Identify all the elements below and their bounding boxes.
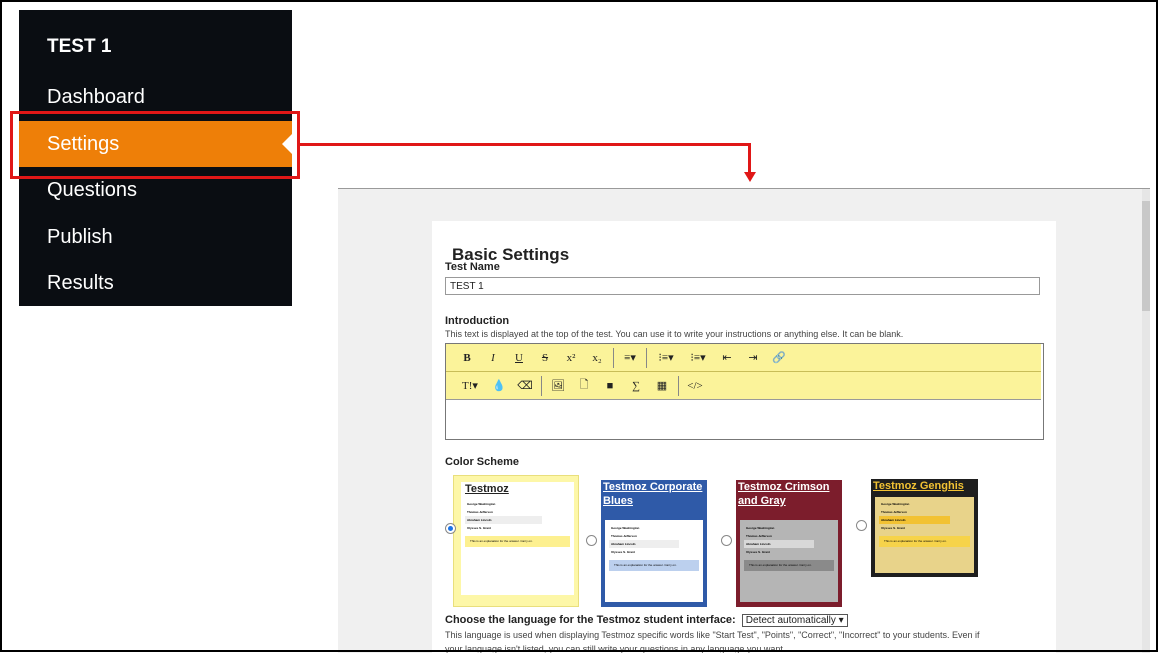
- scheme-title: Testmoz Genghis: [873, 480, 964, 492]
- language-hint: This language is used when displaying Te…: [445, 630, 980, 640]
- preview-name: Ulysses S. Grant: [746, 550, 770, 554]
- callout-arrow-drop: [748, 143, 751, 174]
- ordered-list-dropdown[interactable]: ⁝≡▾: [650, 351, 682, 364]
- align-dropdown[interactable]: ≡▾: [617, 351, 643, 364]
- preview-name: Abraham Lincoln: [609, 540, 679, 548]
- text-color-icon[interactable]: 💧: [486, 379, 512, 392]
- scheme-radio[interactable]: [721, 535, 732, 546]
- preview-name: Thomas Jefferson: [881, 510, 907, 514]
- outdent-button[interactable]: ⇤: [714, 351, 740, 364]
- language-label: Choose the language for the Testmoz stud…: [445, 614, 736, 626]
- scheme-preview: Testmoz Genghis George Washington Thomas…: [871, 479, 978, 577]
- preview-name: Ulysses S. Grant: [881, 526, 905, 530]
- preview-explanation: This is an explanation for the answer. C…: [609, 560, 699, 571]
- unordered-list-dropdown[interactable]: ⁝≡▾: [682, 351, 714, 364]
- underline-button[interactable]: U: [506, 352, 532, 364]
- toolbar-separator: [541, 375, 542, 396]
- language-select[interactable]: Detect automatically ▾: [741, 614, 848, 627]
- callout-arrow-line: [300, 143, 750, 146]
- sidebar-item-publish[interactable]: Publish: [19, 214, 292, 260]
- toolbar-separator: [646, 347, 647, 368]
- editor-toolbar-row-2: T!▾ 💧 ⌫ 🖼 🗋 ■ ∑ ▦ </>: [446, 372, 1041, 400]
- introduction-hint: This text is displayed at the top of the…: [445, 329, 904, 339]
- scheme-title: Testmoz: [465, 483, 509, 495]
- subscript-button[interactable]: x₂: [584, 352, 610, 364]
- preview-name: George Washington: [881, 502, 910, 506]
- scheme-preview: Testmoz Corporate Blues George Washingto…: [601, 480, 707, 607]
- scrollbar-thumb[interactable]: [1142, 201, 1150, 311]
- scheme-crimson-gray[interactable]: Testmoz Crimson and Gray George Washingt…: [721, 475, 849, 607]
- toolbar-separator: [678, 375, 679, 396]
- text-style-dropdown[interactable]: T!▾: [454, 379, 486, 392]
- editor-toolbar-row-1: B I U S x² x₂ ≡▾ ⁝≡▾ ⁝≡▾ ⇤ ⇥ 🔗: [446, 344, 1041, 372]
- preview-explanation: This is an explanation for the answer. C…: [465, 536, 570, 547]
- scheme-corporate-blues[interactable]: Testmoz Corporate Blues George Washingto…: [586, 475, 714, 607]
- scheme-radio[interactable]: [856, 520, 867, 531]
- formula-icon[interactable]: ∑: [623, 380, 649, 392]
- test-name-label: Test Name: [445, 261, 500, 273]
- preview-explanation: This is an explanation for the answer. C…: [879, 536, 970, 547]
- scheme-title: Testmoz Crimson and Gray: [738, 481, 830, 507]
- color-scheme-options: Testmoz George Washington Thomas Jeffers…: [445, 475, 1045, 607]
- code-view-icon[interactable]: </>: [682, 380, 708, 392]
- preview-name: Ulysses S. Grant: [611, 550, 635, 554]
- preview-card: Testmoz George Washington Thomas Jeffers…: [461, 482, 574, 595]
- language-row: Choose the language for the Testmoz stud…: [445, 614, 848, 627]
- scheme-testmoz[interactable]: Testmoz George Washington Thomas Jeffers…: [445, 475, 580, 607]
- settings-screenshot: Basic Settings Test Name TEST 1 Introduc…: [338, 188, 1150, 653]
- table-icon[interactable]: ▦: [649, 379, 675, 392]
- preview-name: Thomas Jefferson: [611, 534, 637, 538]
- introduction-editor[interactable]: B I U S x² x₂ ≡▾ ⁝≡▾ ⁝≡▾ ⇤ ⇥ 🔗 T!▾ 💧 ⌫ 🖼…: [445, 343, 1044, 440]
- scheme-genghis[interactable]: Testmoz Genghis George Washington Thomas…: [856, 475, 978, 607]
- scheme-preview: Testmoz George Washington Thomas Jeffers…: [453, 475, 579, 607]
- toolbar-separator: [613, 347, 614, 368]
- preview-name: Thomas Jefferson: [467, 510, 493, 514]
- preview-name: George Washington: [611, 526, 640, 530]
- scheme-title: Testmoz Corporate Blues: [603, 481, 703, 507]
- callout-arrow-head: [744, 172, 756, 182]
- strikethrough-button[interactable]: S: [532, 352, 558, 364]
- preview-name: George Washington: [746, 526, 775, 530]
- scheme-radio[interactable]: [586, 535, 597, 546]
- file-icon[interactable]: 🗋: [571, 376, 597, 395]
- preview-name: Abraham Lincoln: [879, 516, 950, 524]
- video-icon[interactable]: ■: [597, 380, 623, 392]
- color-scheme-label: Color Scheme: [445, 456, 519, 468]
- scheme-preview: Testmoz Crimson and Gray George Washingt…: [736, 480, 842, 607]
- language-select-value: Detect automatically: [745, 615, 836, 626]
- highlight-box: [10, 111, 300, 179]
- introduction-label: Introduction: [445, 315, 510, 327]
- scheme-radio[interactable]: [445, 523, 456, 534]
- test-name-input[interactable]: TEST 1: [445, 277, 1040, 295]
- italic-button[interactable]: I: [480, 352, 506, 364]
- test-title: TEST 1: [47, 36, 112, 57]
- preview-card: George Washington Thomas Jefferson Abrah…: [875, 497, 974, 573]
- preview-explanation: This is an explanation for the answer. C…: [744, 560, 834, 571]
- link-icon[interactable]: 🔗: [766, 351, 792, 364]
- indent-button[interactable]: ⇥: [740, 351, 766, 364]
- preview-name: Thomas Jefferson: [746, 534, 772, 538]
- preview-name: Abraham Lincoln: [744, 540, 814, 548]
- preview-card: George Washington Thomas Jefferson Abrah…: [605, 520, 703, 602]
- scrollbar[interactable]: [1142, 189, 1150, 653]
- bold-button[interactable]: B: [454, 352, 480, 364]
- clear-format-icon[interactable]: ⌫: [512, 379, 538, 392]
- preview-name: Abraham Lincoln: [465, 516, 542, 524]
- preview-card: George Washington Thomas Jefferson Abrah…: [740, 520, 838, 602]
- sidebar-item-results[interactable]: Results: [19, 260, 292, 306]
- preview-name: George Washington: [467, 502, 496, 506]
- superscript-button[interactable]: x²: [558, 352, 584, 364]
- preview-name: Ulysses S. Grant: [467, 526, 491, 530]
- image-icon[interactable]: 🖼: [545, 379, 571, 392]
